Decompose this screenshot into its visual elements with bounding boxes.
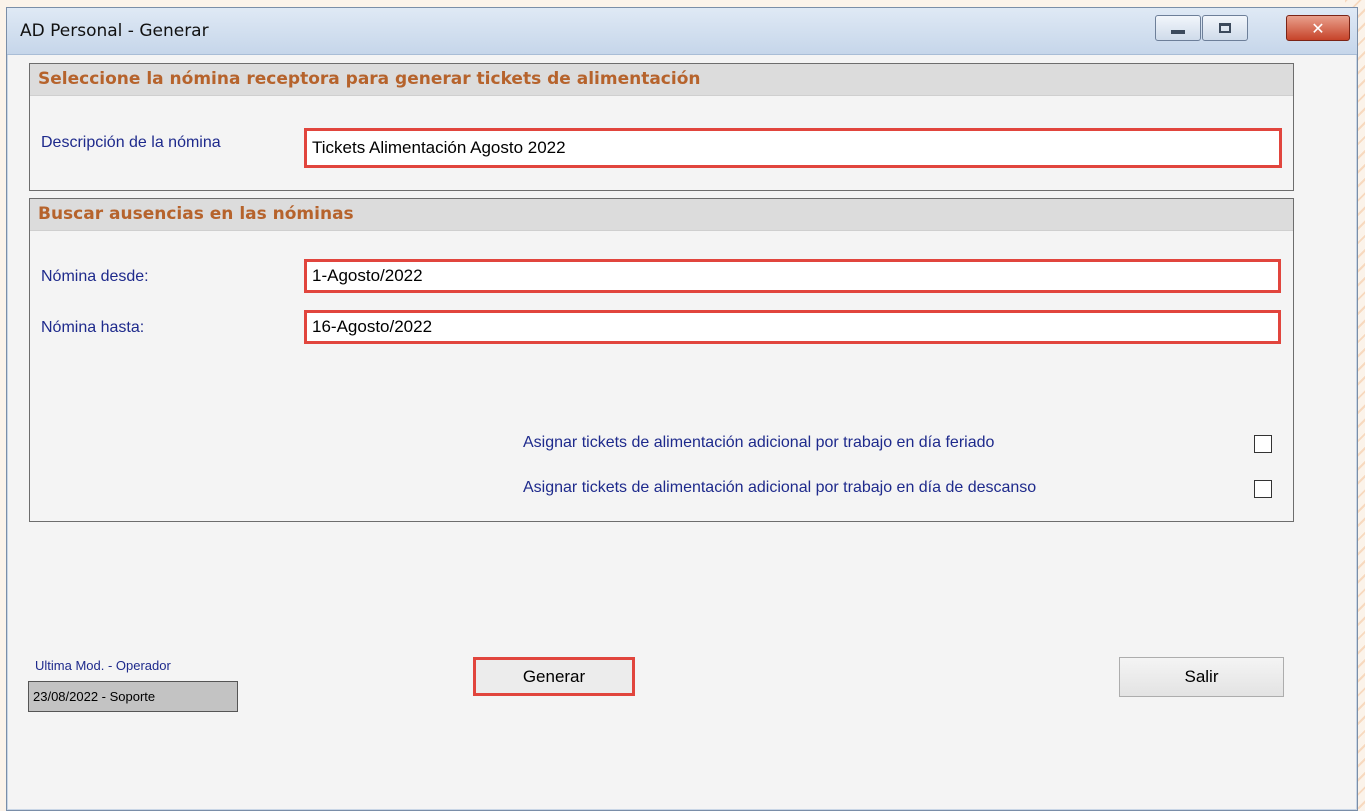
title-bar: AD Personal - Generar ✕ <box>7 8 1357 55</box>
maximize-icon <box>1219 23 1231 33</box>
nomina-receptora-header: Seleccione la nómina receptora para gene… <box>30 64 1293 96</box>
feriado-checkbox[interactable] <box>1254 435 1272 453</box>
window-title: AD Personal - Generar <box>20 21 209 41</box>
descripcion-field[interactable]: Tickets Alimentación Agosto 2022 <box>304 128 1282 168</box>
buscar-ausencias-header: Buscar ausencias en las nóminas <box>30 199 1293 231</box>
minimize-button[interactable] <box>1155 15 1201 41</box>
descanso-checkbox[interactable] <box>1254 480 1272 498</box>
minimize-icon <box>1171 30 1185 34</box>
generar-button[interactable]: Generar <box>473 657 635 696</box>
descripcion-label: Descripción de la nómina <box>41 134 221 151</box>
maximize-button[interactable] <box>1202 15 1248 41</box>
close-button[interactable]: ✕ <box>1286 15 1350 41</box>
nomina-desde-field[interactable]: 1-Agosto/2022 <box>304 259 1281 293</box>
buscar-ausencias-group: Buscar ausencias en las nóminas Nómina d… <box>29 198 1294 522</box>
nomina-receptora-group: Seleccione la nómina receptora para gene… <box>29 63 1294 191</box>
feriado-checkbox-label: Asignar tickets de alimentación adiciona… <box>523 434 995 451</box>
nomina-hasta-field[interactable]: 16-Agosto/2022 <box>304 310 1281 344</box>
app-window: AD Personal - Generar ✕ Seleccione la nó… <box>6 7 1358 811</box>
descanso-checkbox-label: Asignar tickets de alimentación adiciona… <box>523 479 1037 496</box>
close-icon: ✕ <box>1311 18 1325 38</box>
ultima-mod-field: 23/08/2022 - Soporte <box>28 681 238 712</box>
nomina-desde-label: Nómina desde: <box>41 268 149 285</box>
ultima-mod-label: Ultima Mod. - Operador <box>35 658 171 673</box>
nomina-hasta-label: Nómina hasta: <box>41 319 145 336</box>
salir-button[interactable]: Salir <box>1119 657 1284 697</box>
